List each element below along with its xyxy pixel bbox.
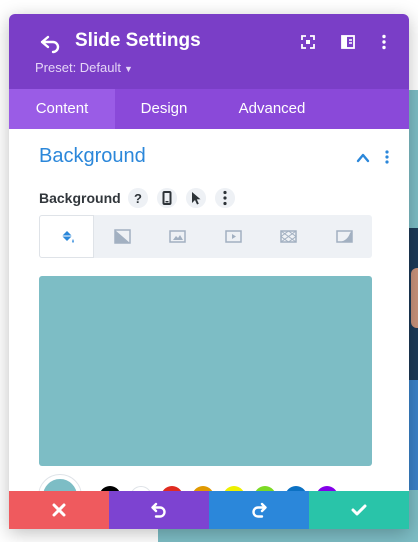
mask-icon [336,230,353,243]
gradient-icon [114,229,131,244]
svg-text:?: ? [134,191,142,206]
cursor-icon[interactable] [186,188,206,208]
discard-button[interactable] [9,491,109,529]
bg-type-video[interactable] [206,215,261,258]
section-more-icon[interactable] [380,149,394,165]
background-color-preview[interactable] [39,276,372,466]
redo-icon [252,502,267,518]
preset-dropdown[interactable]: Preset: Default ▼ [35,60,133,75]
preset-label: Preset: Default [35,60,121,75]
pattern-icon [280,230,297,243]
back-icon[interactable] [39,32,61,54]
bg-type-mask[interactable] [317,215,372,258]
checkmark-icon [351,504,367,516]
tab-design[interactable]: Design [115,89,213,129]
modal-header: Slide Settings Preset: Default ▼ [9,14,409,89]
bg-type-color[interactable] [39,215,94,258]
modal-title: Slide Settings [75,30,201,51]
section-title[interactable]: Background [39,145,146,168]
field-more-icon[interactable] [215,188,235,208]
paint-bucket-icon [62,231,74,243]
settings-body: Background Background ? [9,129,409,517]
background-type-tabs [39,215,372,258]
save-button[interactable] [309,491,409,529]
redo-button[interactable] [209,491,309,529]
field-label: Background [39,190,121,206]
settings-modal: Slide Settings Preset: Default ▼ Content … [9,14,409,529]
sidebar-icon[interactable] [339,33,357,51]
bg-type-image[interactable] [150,215,205,258]
image-icon [169,230,186,243]
focus-icon[interactable] [299,33,317,51]
mobile-icon[interactable] [157,188,177,208]
video-icon [225,230,242,243]
more-icon[interactable] [375,33,393,51]
modal-footer [9,491,409,529]
tab-advanced[interactable]: Advanced [213,89,331,129]
tab-content[interactable]: Content [9,89,115,129]
undo-button[interactable] [109,491,209,529]
settings-tabs: Content Design Advanced [9,89,409,129]
bg-type-gradient[interactable] [95,215,150,258]
help-icon[interactable]: ? [128,188,148,208]
chevron-up-icon[interactable] [356,151,370,165]
caret-down-icon: ▼ [124,64,133,74]
undo-icon [151,502,166,518]
bg-type-pattern[interactable] [261,215,316,258]
close-icon [52,503,66,517]
